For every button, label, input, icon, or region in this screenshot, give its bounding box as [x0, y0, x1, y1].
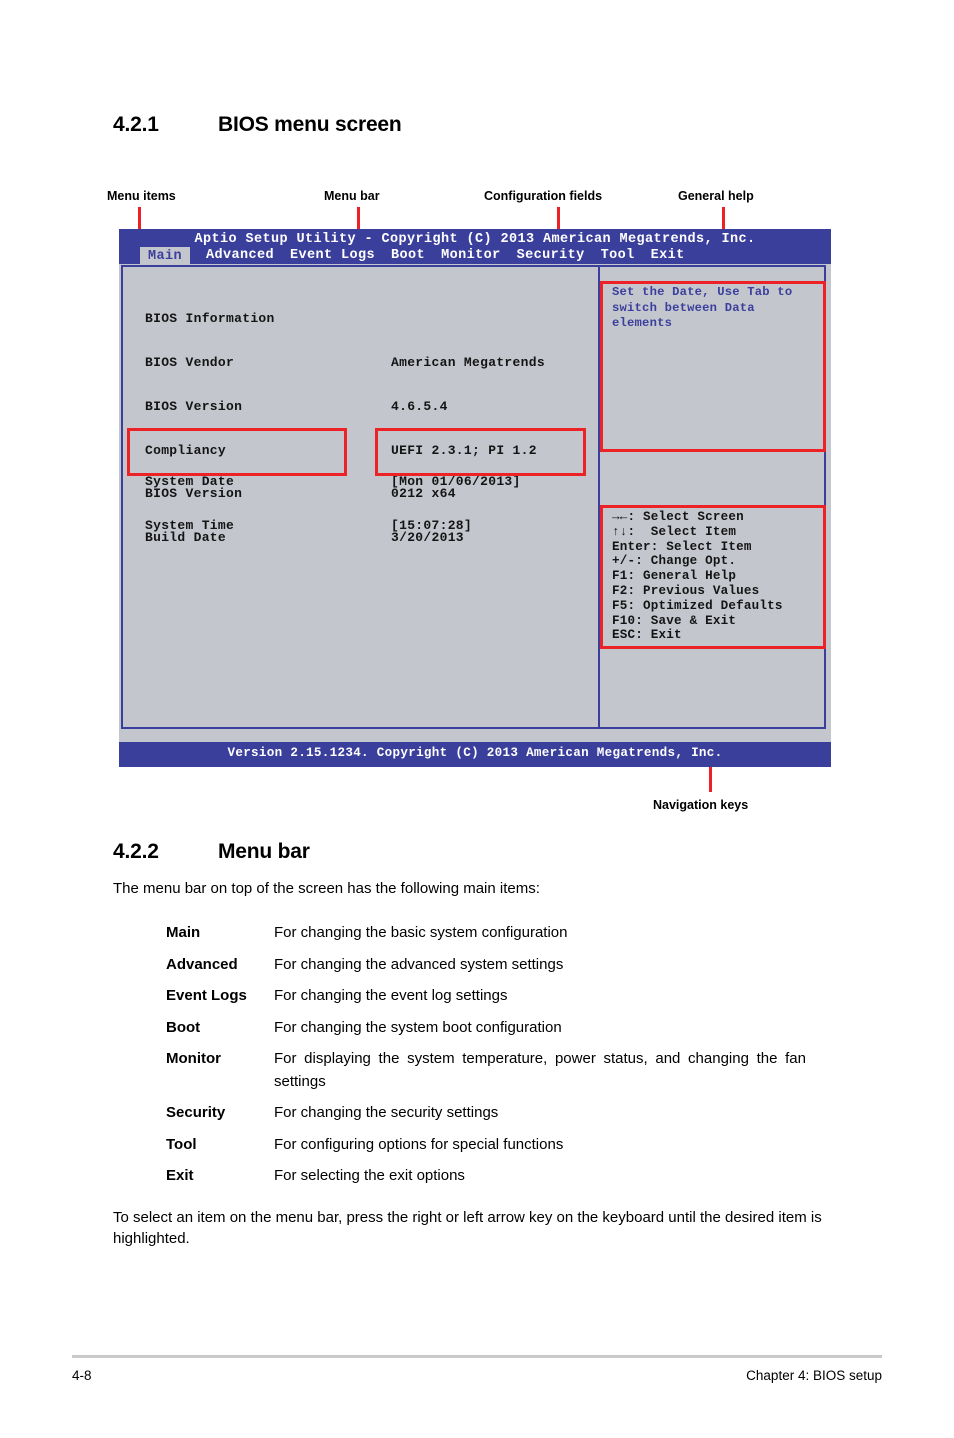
callout-configuration-fields: Configuration fields [484, 189, 603, 203]
callout-menu-bar: Menu bar [324, 189, 380, 203]
menu-tab-exit[interactable]: Exit [651, 248, 685, 263]
menu-item-term-event-logs: Event Logs [166, 987, 247, 1004]
system-date-label: System Date [145, 474, 235, 490]
menu-tab-boot[interactable]: Boot [391, 248, 425, 263]
nav-key-change-opt: +/-: Change Opt. [612, 554, 737, 569]
list-item: Boot For changing the system boot config… [166, 1017, 806, 1040]
system-time-label: System Time [145, 517, 235, 533]
menu-item-term-monitor: Monitor [166, 1050, 221, 1067]
menu-item-desc-event-logs: For changing the event log settings [274, 987, 508, 1004]
info-label: BIOS Version [145, 398, 243, 414]
section-4-2-2-number: 4.2.2 [113, 840, 159, 863]
callout-navigation-keys: Navigation keys [653, 798, 749, 812]
menu-item-term-exit: Exit [166, 1167, 194, 1184]
menu-item-desc-security: For changing the security settings [274, 1104, 499, 1121]
list-item: Exit For selecting the exit options [166, 1165, 806, 1188]
list-item: Tool For configuring options for special… [166, 1134, 806, 1157]
menu-item-term-boot: Boot [166, 1018, 201, 1036]
menu-item-desc-boot: For changing the system boot configurati… [274, 1018, 562, 1036]
table-row[interactable]: System Date [Mon 01/06/2013] [145, 475, 521, 490]
menu-tab-monitor[interactable]: Monitor [441, 248, 501, 263]
list-item: Event Logs For changing the event log se… [166, 985, 806, 1008]
bios-menu-screen: Aptio Setup Utility - Copyright (C) 2013… [119, 229, 831, 767]
menu-item-desc-tool: For configuring options for special func… [274, 1135, 564, 1153]
system-date-value[interactable]: [Mon 01/06/2013] [391, 475, 521, 490]
callout-menu-items: Menu items [107, 189, 176, 203]
table-row[interactable]: System Time [15:07:28] [145, 517, 521, 534]
nav-key-f1: F1: General Help [612, 569, 737, 584]
menu-bar-intro-paragraph: The menu bar on top of the screen has th… [113, 880, 540, 897]
menu-item-term-main: Main [166, 924, 201, 941]
menu-tab-tool[interactable]: Tool [601, 248, 635, 263]
table-row: BIOS Version 4.6.5.4 [145, 398, 545, 415]
bios-footer-bar: Version 2.15.1234. Copyright (C) 2013 Am… [119, 742, 831, 767]
menu-tab-advanced[interactable]: Advanced [206, 248, 274, 263]
bios-body: BIOS Information BIOS Vendor American Meg… [121, 265, 826, 729]
system-datetime-block: System Date [Mon 01/06/2013] System Time [… [145, 446, 521, 563]
page-number: 4-8 [72, 1368, 92, 1383]
navigation-keys-list: →←: Select Screen ↑↓: Select Item Enter:… [612, 510, 783, 643]
bios-information-heading: BIOS Information [145, 311, 275, 327]
nav-key-esc: ESC: Exit [612, 628, 682, 643]
chapter-label: Chapter 4: BIOS setup [746, 1368, 882, 1383]
menu-item-term-advanced: Advanced [166, 955, 238, 973]
general-help-text: Set the Date, Use Tab to switch between … [612, 285, 793, 330]
section-4-2-2-title: Menu bar [218, 840, 310, 863]
list-item: Main For changing the basic system confi… [166, 922, 806, 945]
list-item: Security For changing the security setti… [166, 1102, 806, 1125]
bios-left-pane: BIOS Information BIOS Vendor American Meg… [123, 267, 598, 727]
menu-item-desc-advanced: For changing the advanced system setting… [274, 955, 564, 973]
nav-key-f2: F2: Previous Values [612, 583, 760, 598]
closing-paragraph: To select an item on the menu bar, press… [113, 1209, 822, 1247]
menu-tab-main[interactable]: Main [140, 246, 191, 267]
info-label: BIOS Vendor [145, 354, 235, 370]
menu-item-desc-main: For changing the basic system configurat… [274, 924, 568, 941]
nav-key-f5: F5: Optimized Defaults [612, 598, 783, 613]
bios-title-text: Aptio Setup Utility - Copyright (C) 2013… [194, 232, 756, 247]
nav-key-enter: Enter: Select Item [612, 539, 752, 554]
menu-tab-event-logs[interactable]: Event Logs [290, 248, 375, 263]
menu-item-desc-exit: For selecting the exit options [274, 1167, 465, 1184]
menu-item-desc-monitor: For displaying the system temperature, p… [274, 1050, 806, 1090]
table-row: BIOS Vendor American Megatrends [145, 354, 545, 371]
menu-item-term-tool: Tool [166, 1135, 197, 1153]
info-value: American Megatrends [391, 354, 545, 370]
nav-key-select-item-arrows: ↑↓: Select Item [612, 524, 737, 539]
list-item: Monitor For displaying the system temper… [166, 1048, 806, 1093]
menu-bar-definition-list: Main For changing the basic system confi… [166, 922, 806, 1197]
page-footer-rule [72, 1355, 882, 1358]
bios-footer-text: Version 2.15.1234. Copyright (C) 2013 Am… [227, 746, 723, 760]
list-item: Advanced For changing the advanced syste… [166, 954, 806, 977]
bios-right-pane: Set the Date, Use Tab to switch between … [600, 267, 826, 727]
callout-general-help: General help [678, 189, 754, 203]
section-4-2-1-title: BIOS menu screen [218, 113, 402, 136]
menu-tab-security[interactable]: Security [517, 248, 585, 263]
nav-key-f10: F10: Save & Exit [612, 613, 737, 628]
bios-menu-bar[interactable]: Main Advanced Event Logs Boot Monitor Se… [119, 246, 701, 267]
nav-key-select-screen: →←: Select Screen [612, 510, 744, 524]
system-time-value[interactable]: [15:07:28] [391, 518, 472, 534]
menu-item-term-security: Security [166, 1104, 226, 1121]
section-4-2-1-number: 4.2.1 [113, 113, 159, 136]
info-value: 4.6.5.4 [391, 398, 448, 414]
